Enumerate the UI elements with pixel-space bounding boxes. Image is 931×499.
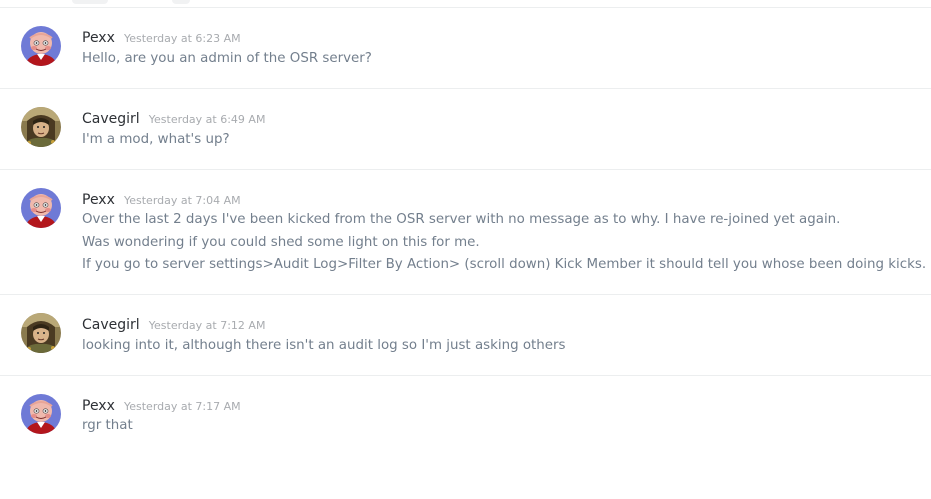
divider xyxy=(0,294,931,295)
message-header: Pexx Yesterday at 7:17 AM xyxy=(82,395,241,414)
message-text: rgr that xyxy=(82,418,133,433)
message-header: Pexx Yesterday at 6:23 AM xyxy=(82,27,241,46)
pexx-avatar-icon[interactable] xyxy=(21,394,61,434)
message-text: I'm a mod, what's up? xyxy=(82,132,230,147)
pexx-avatar-icon[interactable] xyxy=(21,26,61,66)
cavegirl-avatar-icon[interactable] xyxy=(21,313,61,353)
timestamp: Yesterday at 6:49 AM xyxy=(148,113,266,126)
message-text: Over the last 2 days I've been kicked fr… xyxy=(82,212,841,227)
username[interactable]: Pexx xyxy=(82,398,115,414)
username[interactable]: Pexx xyxy=(82,192,115,208)
chat-messages: Pexx Yesterday at 6:23 AM Hello, are you… xyxy=(0,0,931,499)
username[interactable]: Cavegirl xyxy=(82,111,140,127)
cavegirl-avatar-icon[interactable] xyxy=(21,107,61,147)
message-header: Cavegirl Yesterday at 7:12 AM xyxy=(82,314,265,333)
top-scroll-nub xyxy=(72,0,108,4)
timestamp: Yesterday at 6:23 AM xyxy=(123,32,241,45)
message-header: Pexx Yesterday at 7:04 AM xyxy=(82,189,241,208)
pexx-avatar-icon[interactable] xyxy=(21,188,61,228)
message-text: looking into it, although there isn't an… xyxy=(82,338,566,353)
divider xyxy=(0,7,931,8)
timestamp: Yesterday at 7:17 AM xyxy=(123,400,241,413)
username[interactable]: Cavegirl xyxy=(82,317,140,333)
message-header: Cavegirl Yesterday at 6:49 AM xyxy=(82,108,265,127)
message-text: Hello, are you an admin of the OSR serve… xyxy=(82,51,372,66)
divider xyxy=(0,88,931,89)
top-scroll-nub xyxy=(172,0,190,4)
divider xyxy=(0,375,931,376)
timestamp: Yesterday at 7:04 AM xyxy=(123,194,241,207)
username[interactable]: Pexx xyxy=(82,30,115,46)
timestamp: Yesterday at 7:12 AM xyxy=(148,319,266,332)
message-text: If you go to server settings>Audit Log>F… xyxy=(82,257,927,272)
divider xyxy=(0,169,931,170)
message-text: Was wondering if you could shed some lig… xyxy=(82,235,480,250)
